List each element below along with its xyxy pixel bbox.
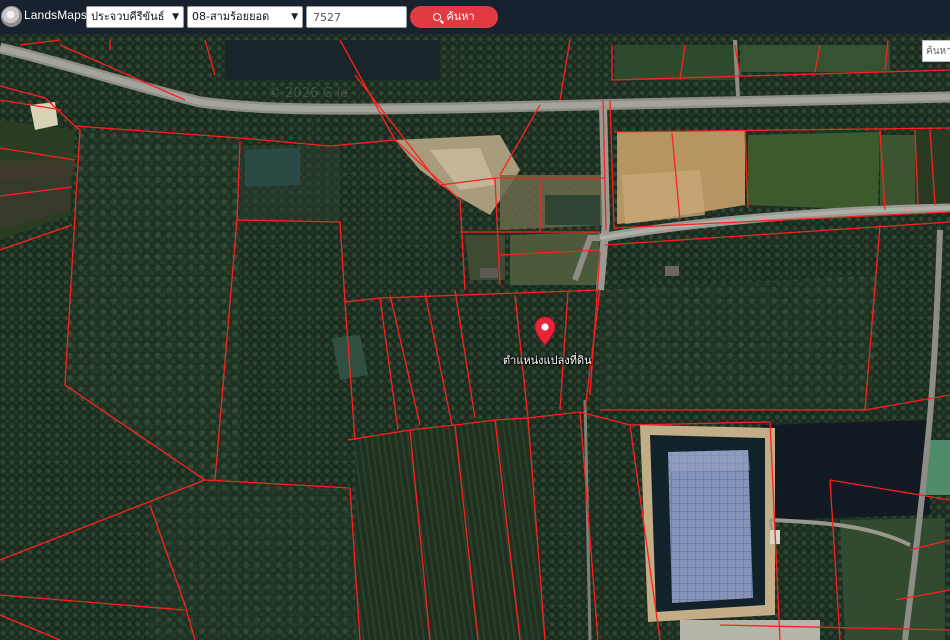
app-brand[interactable]: LandsMaps xyxy=(24,8,87,22)
parcel-number-input[interactable] xyxy=(306,6,407,28)
map-search-box[interactable]: ค้นหา xyxy=(922,40,950,62)
province-select[interactable]: ประจวบคีรีขันธ์ ▼ xyxy=(86,6,184,28)
amphoe-select-value: 08-สามร้อยยอด xyxy=(192,10,270,23)
map-marker-icon[interactable] xyxy=(533,316,557,346)
satellite-map[interactable]: © 2026 G ie xyxy=(0,34,950,640)
chevron-down-icon: ▼ xyxy=(172,12,179,22)
search-icon xyxy=(433,13,442,21)
map-search-placeholder: ค้นหา xyxy=(926,46,950,57)
top-search-bar: LandsMaps ประจวบคีรีขันธ์ ▼ 08-สามร้อยยอ… xyxy=(0,0,950,34)
parcel-marker-label: ตำแหน่งแปลงที่ดิน xyxy=(503,354,592,367)
search-button-label: ค้นหา xyxy=(446,10,475,23)
imagery-watermark: © 2026 G ie xyxy=(268,86,349,101)
province-select-value: ประจวบคีรีขันธ์ xyxy=(91,10,165,23)
amphoe-select[interactable]: 08-สามร้อยยอด ▼ xyxy=(187,6,303,28)
chevron-down-icon: ▼ xyxy=(291,12,298,22)
department-of-lands-seal-icon[interactable] xyxy=(1,6,22,27)
map-imagery[interactable] xyxy=(0,34,950,640)
search-button[interactable]: ค้นหา xyxy=(410,6,498,28)
